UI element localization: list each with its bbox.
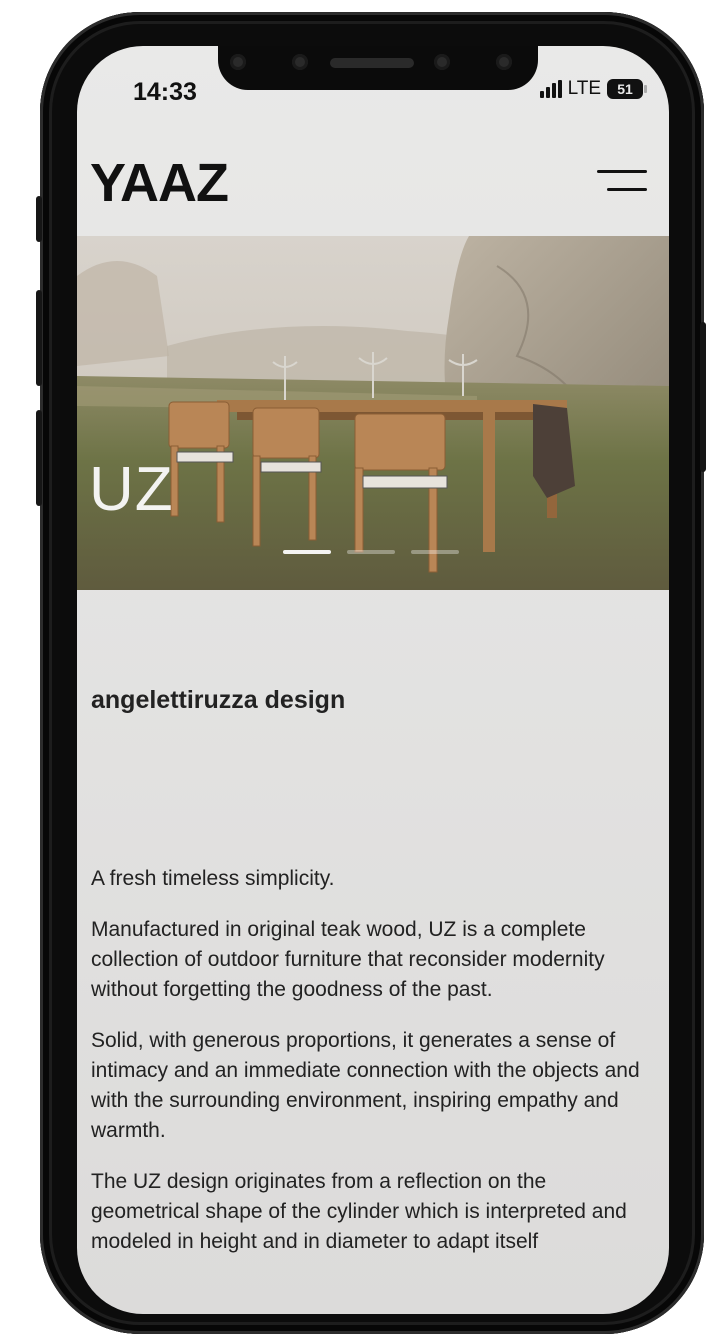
earpiece-speaker <box>330 58 414 68</box>
hero-carousel[interactable]: UZ <box>77 236 669 590</box>
hero-image <box>77 236 669 590</box>
battery-icon: 51 <box>607 79 647 99</box>
phone-volume-down-button <box>36 410 42 506</box>
front-camera-icon <box>434 54 450 70</box>
phone-volume-up-button <box>36 290 42 386</box>
status-time: 14:33 <box>133 78 197 106</box>
battery-level: 51 <box>617 81 633 97</box>
hamburger-icon-line-bottom <box>607 188 647 191</box>
camera-icon <box>230 54 246 70</box>
site-header: YAAZ <box>77 144 669 234</box>
carousel-dot-2[interactable] <box>347 550 395 554</box>
hero-title: UZ <box>89 455 174 524</box>
sensor-icon <box>292 54 308 70</box>
brand-logo[interactable]: YAAZ <box>90 152 229 214</box>
designer-credit: angelettiruzza design <box>91 686 346 714</box>
phone-side-button <box>36 196 42 242</box>
hamburger-icon-line-top <box>597 170 647 173</box>
status-indicators: LTE 51 <box>539 78 647 100</box>
description-paragraph-4: The UZ design originates from a reflecti… <box>91 1170 627 1253</box>
network-label: LTE <box>567 78 601 99</box>
description-paragraph-3: Solid, with generous proportions, it gen… <box>91 1029 640 1142</box>
phone-screen: 14:33 LTE 51 YAAZ UZ angelettiruzza desi… <box>77 46 669 1314</box>
phone-notch <box>218 46 538 90</box>
phone-power-button <box>700 322 706 472</box>
description-paragraph-2: Manufactured in original teak wood, UZ i… <box>91 918 605 1001</box>
carousel-dot-1[interactable] <box>283 550 331 554</box>
proximity-sensor-icon <box>496 54 512 70</box>
carousel-dot-3[interactable] <box>411 550 459 554</box>
description-paragraph-1: A fresh timeless simplicity. <box>91 867 335 890</box>
menu-button[interactable] <box>597 166 647 196</box>
product-description: A fresh timeless simplicity. Manufacture… <box>91 864 657 1278</box>
signal-bars-icon <box>539 80 562 98</box>
